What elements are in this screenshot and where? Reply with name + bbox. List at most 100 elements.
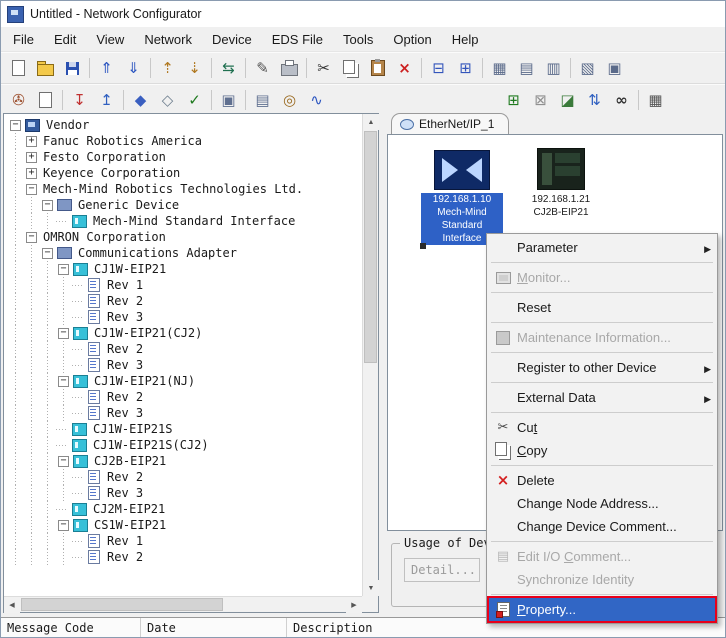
tree-item-keyence-corporation[interactable]: +Keyence Corporation — [8, 165, 362, 181]
device-maintenance-button[interactable]: ▣ — [215, 87, 242, 114]
tree-item-communications-adapter[interactable]: −Communications Adapter — [8, 245, 362, 261]
rack-button[interactable]: ▤ — [249, 87, 276, 114]
device-image-button[interactable]: ◪ — [554, 87, 581, 114]
tree-item-cj2m-eip21[interactable]: CJ2M-EIP21 — [8, 501, 362, 517]
cut-button[interactable]: ✂ — [310, 55, 337, 82]
find-device-button[interactable]: ∞ — [608, 87, 635, 114]
tree-item-rev-2[interactable]: Rev 2 — [8, 341, 362, 357]
io-table-button[interactable]: ▦ — [486, 55, 513, 82]
context-menu-item-register-to-other-device[interactable]: Register to other Device — [489, 356, 715, 379]
collapse-box-icon[interactable]: − — [58, 376, 69, 387]
tree-item-rev-3[interactable]: Rev 3 — [8, 309, 362, 325]
menu-eds-file[interactable]: EDS File — [262, 29, 333, 50]
save-network-button[interactable]: ↧ — [66, 87, 93, 114]
expand-box-icon[interactable]: + — [26, 168, 37, 179]
tree-item-vendor[interactable]: −Vendor — [8, 117, 362, 133]
restore-network-button[interactable]: ↥ — [93, 87, 120, 114]
mechmind-device-icon[interactable] — [434, 150, 490, 190]
context-menu-item-copy[interactable]: Copy — [489, 439, 715, 462]
usage-meter-button[interactable]: ◎ — [276, 87, 303, 114]
tree-item-cj1w-eip21s-cj2[interactable]: CJ1W-EIP21S(CJ2) — [8, 437, 362, 453]
tree-item-rev-1[interactable]: Rev 1 — [8, 277, 362, 293]
verify-button[interactable]: ✓ — [181, 87, 208, 114]
device-node-cj2b-eip21[interactable]: 192.168.1.21CJ2B-EIP21 — [521, 148, 601, 219]
menu-help[interactable]: Help — [442, 29, 489, 50]
selection-handle[interactable] — [420, 243, 426, 249]
tree-item-rev-2[interactable]: Rev 2 — [8, 549, 362, 565]
panel-splitter[interactable] — [379, 113, 387, 613]
tree-vertical-scrollbar[interactable] — [362, 114, 378, 596]
print-button[interactable] — [276, 55, 303, 82]
tree-item-rev-1[interactable]: Rev 1 — [8, 533, 362, 549]
collapse-box-icon[interactable]: − — [26, 184, 37, 195]
tree-item-cs1w-eip21[interactable]: −CS1W-EIP21 — [8, 517, 362, 533]
expand-box-icon[interactable]: + — [26, 152, 37, 163]
collapse-box-icon[interactable]: − — [58, 328, 69, 339]
menu-view[interactable]: View — [86, 29, 134, 50]
scroll-left-icon[interactable] — [4, 597, 20, 613]
wire-connect-button[interactable]: ∿ — [303, 87, 330, 114]
disconnect-network-button[interactable]: ◇ — [154, 87, 181, 114]
tree-item-cj2b-eip21[interactable]: −CJ2B-EIP21 — [8, 453, 362, 469]
tree-item-generic-device[interactable]: −Generic Device — [8, 197, 362, 213]
remove-device-button[interactable]: ⊠ — [527, 87, 554, 114]
upload-device-button[interactable]: ⇡ — [154, 55, 181, 82]
upload-to-network-button[interactable]: ⇑ — [93, 55, 120, 82]
tree-item-fanuc-robotics-america[interactable]: +Fanuc Robotics America — [8, 133, 362, 149]
collapse-box-icon[interactable]: − — [42, 248, 53, 259]
tree-item-festo-corporation[interactable]: +Festo Corporation — [8, 149, 362, 165]
collapse-box-icon[interactable]: − — [10, 120, 21, 131]
tag-list-button[interactable]: ▥ — [540, 55, 567, 82]
menu-edit[interactable]: Edit — [44, 29, 86, 50]
download-device-button[interactable]: ⇣ — [181, 55, 208, 82]
tree-item-omron-corporation[interactable]: −OMRON Corporation — [8, 229, 362, 245]
tree-item-cj1w-eip21[interactable]: −CJ1W-EIP21 — [8, 261, 362, 277]
menu-file[interactable]: File — [3, 29, 44, 50]
plc-device-icon[interactable] — [537, 148, 585, 190]
open-file-button[interactable] — [32, 55, 59, 82]
context-menu-item-change-node-address[interactable]: Change Node Address... — [489, 492, 715, 515]
tree-item-rev-3[interactable]: Rev 3 — [8, 405, 362, 421]
scroll-right-icon[interactable] — [346, 597, 362, 613]
expand-box-icon[interactable]: + — [26, 136, 37, 147]
context-menu-item-delete[interactable]: ×Delete — [489, 469, 715, 492]
add-device-button[interactable]: ⊞ — [500, 87, 527, 114]
device-monitor-button[interactable]: ▣ — [601, 55, 628, 82]
horizontal-scrollbar-thumb[interactable] — [21, 598, 223, 611]
delete-button[interactable]: × — [391, 55, 418, 82]
menu-tools[interactable]: Tools — [333, 29, 383, 50]
connection-structure-button[interactable]: ▤ — [513, 55, 540, 82]
collapse-box-icon[interactable]: − — [58, 520, 69, 531]
node-commission-button[interactable]: ⊞ — [452, 55, 479, 82]
tree-item-cj1w-eip21-nj[interactable]: −CJ1W-EIP21(NJ) — [8, 373, 362, 389]
tree-item-rev-3[interactable]: Rev 3 — [8, 357, 362, 373]
tree-item-rev-3[interactable]: Rev 3 — [8, 485, 362, 501]
tree-item-cj1w-eip21s[interactable]: CJ1W-EIP21S — [8, 421, 362, 437]
upload-download-button[interactable]: ⇅ — [581, 87, 608, 114]
scroll-up-icon[interactable] — [363, 114, 379, 130]
context-menu-item-property[interactable]: Property... — [489, 598, 715, 621]
tree-item-rev-2[interactable]: Rev 2 — [8, 389, 362, 405]
column-header-message-code[interactable]: Message Code — [1, 618, 141, 637]
tree-item-mech-mind-robotics-technologies-ltd[interactable]: −Mech-Mind Robotics Technologies Ltd. — [8, 181, 362, 197]
routing-table-button[interactable]: ✇ — [5, 87, 32, 114]
context-menu-item-change-device-comment[interactable]: Change Device Comment... — [489, 515, 715, 538]
hardware-tree[interactable]: −Vendor+Fanuc Robotics America+Festo Cor… — [4, 114, 362, 596]
tree-item-cj1w-eip21-cj2[interactable]: −CJ1W-EIP21(CJ2) — [8, 325, 362, 341]
menu-option[interactable]: Option — [383, 29, 441, 50]
compare-network-button[interactable]: ⇆ — [215, 55, 242, 82]
column-header-date[interactable]: Date — [141, 618, 287, 637]
save-file-button[interactable] — [59, 55, 86, 82]
new-file-button[interactable] — [5, 55, 32, 82]
tree-item-rev-2[interactable]: Rev 2 — [8, 293, 362, 309]
copy-button[interactable] — [337, 55, 364, 82]
edit-comment-button[interactable]: ✎ — [249, 55, 276, 82]
device-parameter-button[interactable]: ▧ — [574, 55, 601, 82]
context-menu-item-parameter[interactable]: Parameter — [489, 236, 715, 259]
download-from-network-button[interactable]: ⇓ — [120, 55, 147, 82]
connect-network-button[interactable]: ◆ — [127, 87, 154, 114]
context-menu-item-reset[interactable]: Reset — [489, 296, 715, 319]
board-button[interactable]: ▦ — [642, 87, 669, 114]
collapse-box-icon[interactable]: − — [58, 456, 69, 467]
collapse-box-icon[interactable]: − — [58, 264, 69, 275]
